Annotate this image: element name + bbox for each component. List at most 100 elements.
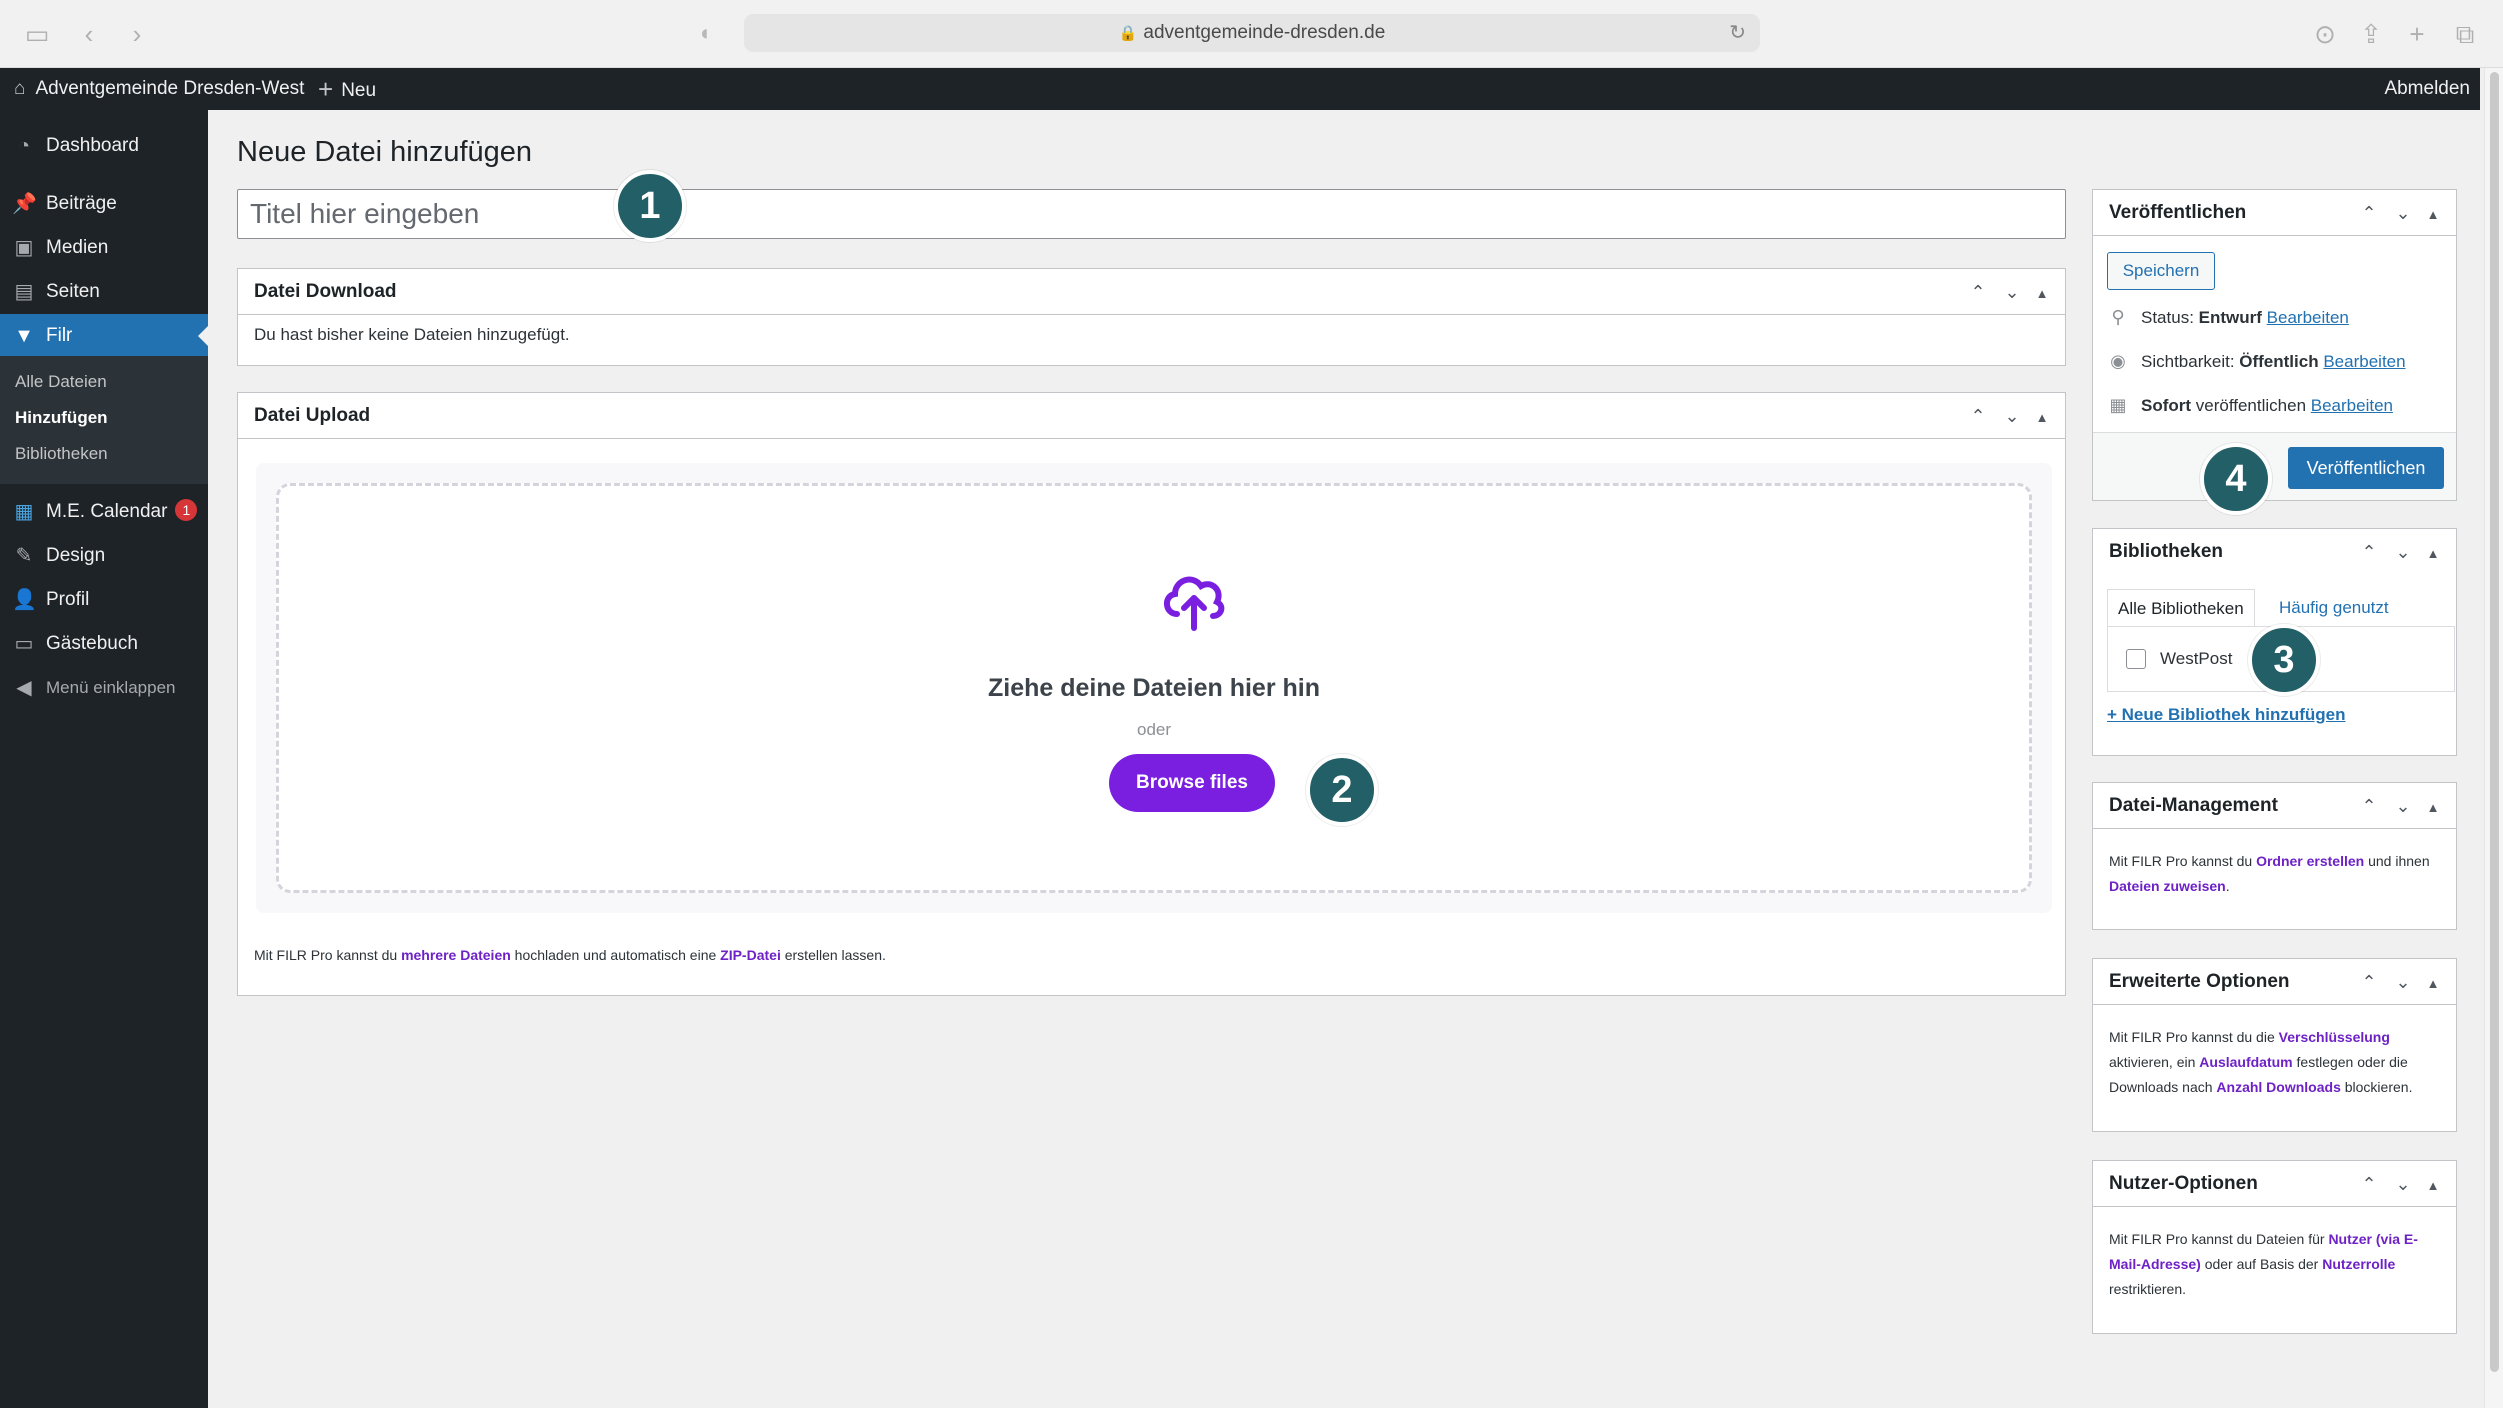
move-down-icon[interactable]: ⌄ bbox=[2386, 959, 2420, 1005]
publish-box: Veröffentlichen ⌃ ⌄ ▲ Speichern ⚲ Status: … bbox=[2092, 189, 2457, 501]
tabs-overview-icon[interactable]: ⧉ bbox=[2450, 20, 2480, 48]
create-folders-link[interactable]: Ordner erstellen bbox=[2256, 853, 2364, 869]
move-down-icon[interactable]: ⌄ bbox=[2386, 529, 2420, 575]
calendar-icon: ▦ bbox=[2109, 395, 2127, 415]
notification-badge: 1 bbox=[175, 499, 198, 521]
sidebar-item-label: Seiten bbox=[46, 281, 100, 302]
sidebar-item-guestbook[interactable]: ▭ Gästebuch bbox=[0, 622, 208, 666]
upload-pro-note: Mit FILR Pro kannst du mehrere Dateien h… bbox=[254, 947, 886, 963]
new-content-link[interactable]: + Neu bbox=[318, 68, 376, 112]
page-scrollbar[interactable] bbox=[2484, 68, 2503, 1408]
download-count-link[interactable]: Anzahl Downloads bbox=[2216, 1079, 2340, 1095]
file-download-box: Datei Download ⌃ ⌄ ▲ Du hast bisher keine … bbox=[237, 268, 2066, 366]
multiple-files-link[interactable]: mehrere Dateien bbox=[401, 947, 511, 963]
postbox-controls: ⌃ ⌄ ▲ bbox=[1961, 269, 2055, 315]
file-dropzone[interactable]: Ziehe deine Dateien hier hin oder Browse… bbox=[276, 483, 2032, 893]
move-down-icon[interactable]: ⌄ bbox=[2386, 783, 2420, 829]
callout-2: 2 bbox=[1306, 754, 1378, 826]
add-library-link[interactable]: + Neue Bibliothek hinzufügen bbox=[2107, 705, 2345, 725]
tab-frequently-used[interactable]: Häufig genutzt bbox=[2269, 589, 2399, 627]
sidebar-collapse-menu[interactable]: ◀ Menü einklappen bbox=[0, 666, 208, 710]
move-down-icon[interactable]: ⌄ bbox=[2386, 190, 2420, 236]
site-link[interactable]: ⌂ Adventgemeinde Dresden-West bbox=[14, 68, 304, 110]
note-text: hochladen und automatisch eine bbox=[510, 947, 721, 963]
toggle-panel-icon[interactable]: ▲ bbox=[2420, 192, 2446, 238]
postbox-title: Nutzer-Optionen bbox=[2109, 1173, 2258, 1194]
sidebar-item-calendar[interactable]: ▦ M.E. Calendar 1 bbox=[0, 490, 208, 534]
move-down-icon[interactable]: ⌄ bbox=[2386, 1161, 2420, 1207]
dropzone-or: oder bbox=[1136, 720, 1172, 739]
westpost-checkbox[interactable] bbox=[2126, 649, 2146, 669]
publish-button[interactable]: Veröffentlichen bbox=[2288, 447, 2444, 489]
visibility-value: Öffentlich bbox=[2239, 352, 2319, 371]
toggle-panel-icon[interactable]: ▲ bbox=[2420, 785, 2446, 831]
sidebar-item-profile[interactable]: 👤 Profil bbox=[0, 578, 208, 622]
move-up-icon[interactable]: ⌃ bbox=[1961, 393, 1995, 439]
sidebar-item-label: M.E. Calendar bbox=[46, 501, 168, 522]
note-text: erstellen lassen. bbox=[780, 947, 886, 963]
callout-4: 4 bbox=[2200, 443, 2272, 515]
sidebar-item-filr[interactable]: ▼ Filr bbox=[0, 314, 208, 358]
sidebar-item-pages[interactable]: ▤ Seiten bbox=[0, 270, 208, 314]
status-row: Status: Entwurf Bearbeiten bbox=[2141, 308, 2349, 328]
scrollbar-thumb[interactable] bbox=[2490, 72, 2499, 1372]
toggle-panel-icon[interactable]: ▲ bbox=[2420, 1163, 2446, 1209]
assign-files-link[interactable]: Dateien zuweisen bbox=[2109, 878, 2226, 894]
move-up-icon[interactable]: ⌃ bbox=[1961, 269, 1995, 315]
edit-status-link[interactable]: Bearbeiten bbox=[2267, 308, 2349, 327]
sidebar-item-dashboard[interactable]: ◔ Dashboard bbox=[0, 124, 208, 168]
save-draft-button[interactable]: Speichern bbox=[2107, 252, 2215, 290]
schedule-label: veröffentlichen bbox=[2191, 396, 2307, 415]
schedule-value: Sofort bbox=[2141, 396, 2192, 415]
submenu-libraries[interactable]: Bibliotheken bbox=[15, 436, 108, 472]
submenu-all-files[interactable]: Alle Dateien bbox=[15, 364, 107, 400]
move-up-icon[interactable]: ⌃ bbox=[2352, 1161, 2386, 1207]
encryption-link[interactable]: Verschlüsselung bbox=[2279, 1029, 2390, 1045]
toggle-panel-icon[interactable]: ▲ bbox=[2029, 395, 2055, 441]
move-up-icon[interactable]: ⌃ bbox=[2352, 190, 2386, 236]
move-down-icon[interactable]: ⌄ bbox=[1995, 393, 2029, 439]
toggle-panel-icon[interactable]: ▲ bbox=[2420, 961, 2446, 1007]
logout-link[interactable]: Abmelden bbox=[2384, 68, 2470, 110]
info-text-part: oder auf Basis der bbox=[2200, 1256, 2323, 1272]
note-text: Mit FILR Pro kannst du bbox=[254, 947, 402, 963]
move-up-icon[interactable]: ⌃ bbox=[2352, 783, 2386, 829]
postbox-header: Datei Upload ⌃ ⌄ ▲ bbox=[238, 393, 2065, 439]
user-role-link[interactable]: Nutzerrolle bbox=[2322, 1256, 2395, 1272]
zip-file-link[interactable]: ZIP-Datei bbox=[720, 947, 781, 963]
sidebar-toggle-icon[interactable]: ▭ bbox=[22, 20, 52, 48]
lock-icon: 🔒 bbox=[1118, 25, 1138, 42]
toggle-panel-icon[interactable]: ▲ bbox=[2420, 531, 2446, 577]
plus-icon: + bbox=[318, 74, 334, 104]
move-up-icon[interactable]: ⌃ bbox=[2352, 529, 2386, 575]
toggle-panel-icon[interactable]: ▲ bbox=[2029, 271, 2055, 317]
reload-icon[interactable]: ↻ bbox=[1729, 14, 1746, 52]
browse-files-button[interactable]: Browse files bbox=[1109, 754, 1275, 812]
title-input[interactable] bbox=[237, 189, 2066, 239]
sidebar-item-posts[interactable]: 📌 Beiträge bbox=[0, 182, 208, 226]
privacy-shield-icon[interactable]: ◐ bbox=[700, 20, 726, 48]
edit-visibility-link[interactable]: Bearbeiten bbox=[2323, 352, 2405, 371]
edit-schedule-link[interactable]: Bearbeiten bbox=[2311, 396, 2393, 415]
postbox-controls: ⌃ ⌄ ▲ bbox=[1961, 393, 2055, 439]
postbox-header: Erweiterte Optionen ⌃ ⌄ ▲ bbox=[2093, 959, 2456, 1005]
back-icon[interactable]: ‹ bbox=[74, 20, 104, 48]
sidebar-item-media[interactable]: ▣ Medien bbox=[0, 226, 208, 270]
share-icon[interactable]: ⇪ bbox=[2356, 20, 2386, 48]
status-label: Status: bbox=[2141, 308, 2199, 327]
tab-all-libraries[interactable]: Alle Bibliotheken bbox=[2107, 589, 2255, 627]
submenu-add-new[interactable]: Hinzufügen bbox=[15, 400, 108, 436]
move-up-icon[interactable]: ⌃ bbox=[2352, 959, 2386, 1005]
info-text-part: Mit FILR Pro kannst du Dateien für bbox=[2109, 1231, 2329, 1247]
move-down-icon[interactable]: ⌄ bbox=[1995, 269, 2029, 315]
postbox-title: Datei Upload bbox=[254, 405, 371, 426]
forward-icon[interactable]: › bbox=[122, 20, 152, 48]
status-value: Entwurf bbox=[2198, 308, 2262, 327]
new-tab-icon[interactable]: + bbox=[2402, 20, 2432, 48]
empty-downloads-text: Du hast bisher keine Dateien hinzugefügt… bbox=[254, 325, 570, 344]
expiry-date-link[interactable]: Auslaufdatum bbox=[2199, 1054, 2292, 1070]
address-bar[interactable]: 🔒 adventgemeinde-dresden.de ↻ bbox=[744, 14, 1760, 52]
download-icon[interactable]: ⊙ bbox=[2310, 20, 2340, 48]
sidebar-item-label: Dashboard bbox=[46, 135, 139, 156]
sidebar-item-design[interactable]: ✎ Design bbox=[0, 534, 208, 578]
